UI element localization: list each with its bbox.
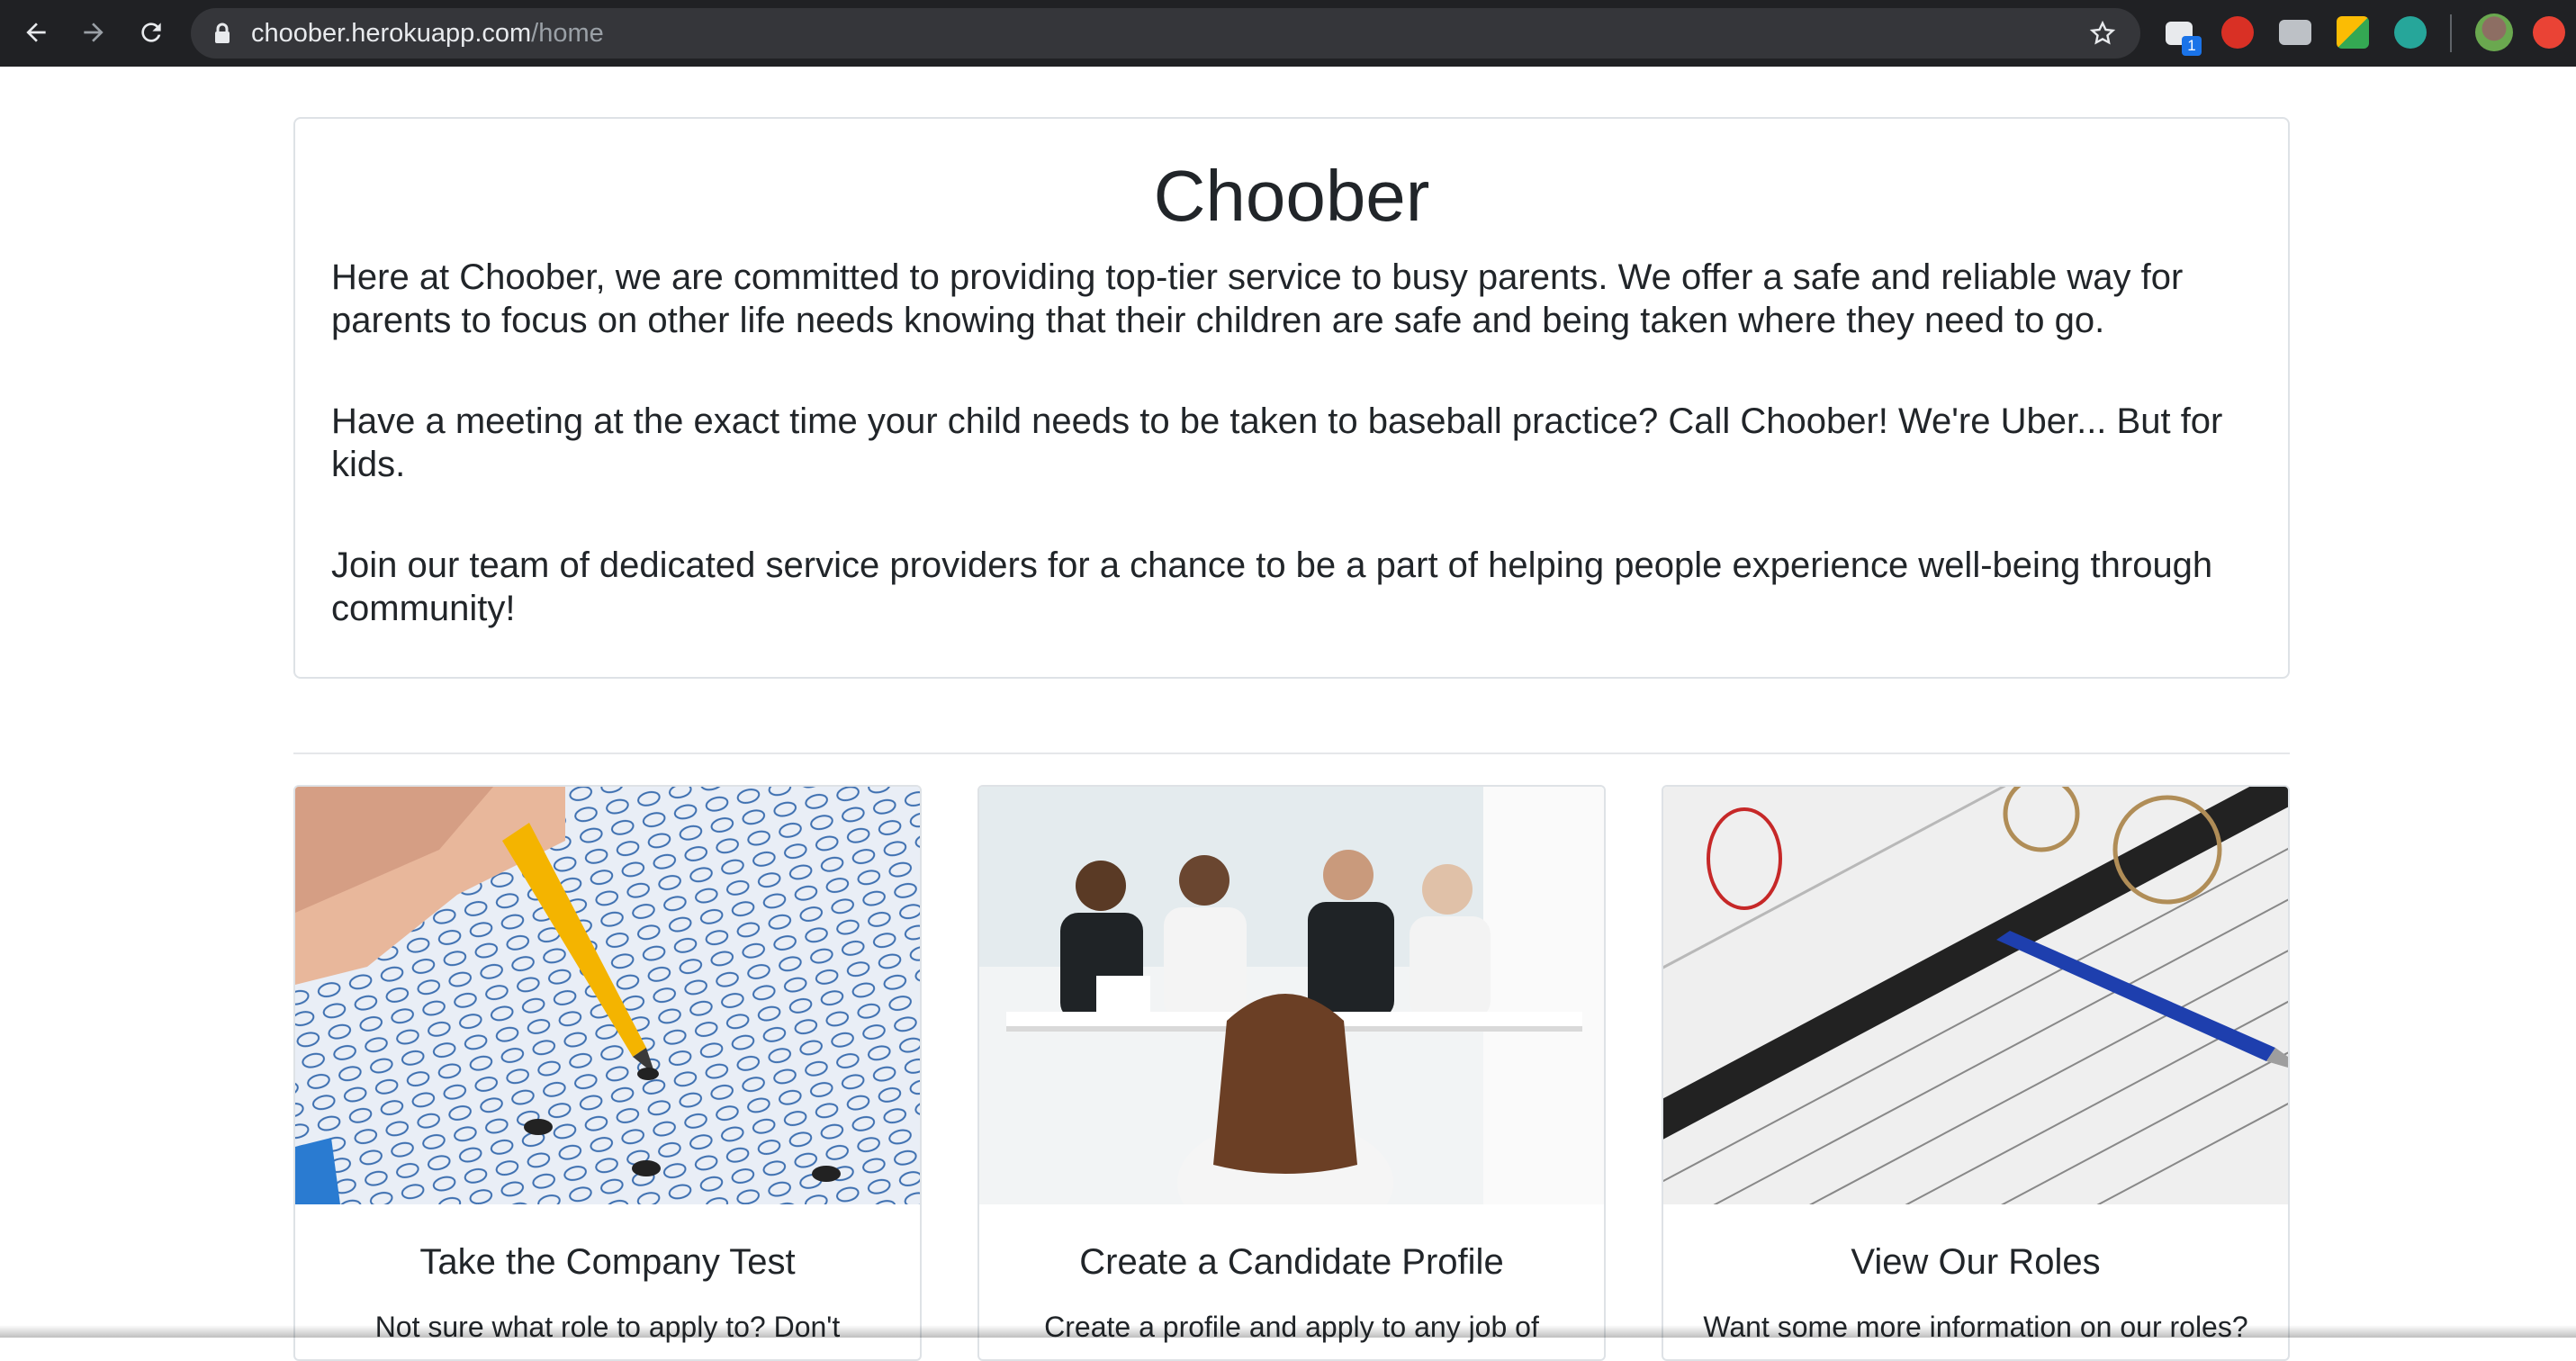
extension-icon[interactable] [2394,16,2427,49]
card-title[interactable]: View Our Roles [1663,1240,2288,1284]
intro-paragraph: Have a meeting at the exact time your ch… [331,401,2223,484]
section-divider [293,753,2290,754]
star-icon[interactable] [2088,19,2117,52]
back-arrow-icon[interactable] [18,14,54,50]
lock-icon [212,23,232,49]
page-title: Choober [1153,156,1430,236]
forward-arrow-icon[interactable] [76,14,112,50]
intro-paragraph: Join our team of dedicated service provi… [331,545,2213,628]
job-description-photo [1663,787,2288,1204]
card-title[interactable]: Take the Company Test [295,1240,920,1284]
url-host: choober.herokuapp.com [251,19,532,48]
extension-icon[interactable] [2533,16,2565,49]
profile-avatar[interactable] [2475,14,2513,51]
card-title[interactable]: Create a Candidate Profile [979,1240,1604,1284]
intro-card: Choober Here at Choober, we are committe… [293,117,2290,679]
url-text: choober.herokuapp.com/home [251,8,604,59]
reload-icon[interactable] [133,14,169,50]
view-roles-card[interactable]: View Our Roles Want some more informatio… [1662,785,2290,1361]
extension-icon[interactable] [2337,16,2369,49]
answer-sheet-photo [295,787,920,1204]
candidate-profile-card[interactable]: Create a Candidate Profile Create a prof… [977,785,1606,1361]
intro-paragraph: Here at Choober, we are committed to pro… [331,257,2184,340]
toolbar-divider [2450,14,2452,52]
window-edge-shadow [0,1325,2576,1338]
browser-toolbar: choober.herokuapp.com/home 1 [0,0,2576,67]
url-path: /home [531,19,604,48]
extension-badge: 1 [2182,36,2202,56]
extension-icon[interactable] [2221,16,2254,49]
address-bar[interactable]: choober.herokuapp.com/home [191,8,2140,59]
extension-icon[interactable] [2279,20,2311,45]
interview-panel-photo [979,787,1604,1204]
company-test-card[interactable]: Take the Company Test Not sure what role… [293,785,922,1361]
